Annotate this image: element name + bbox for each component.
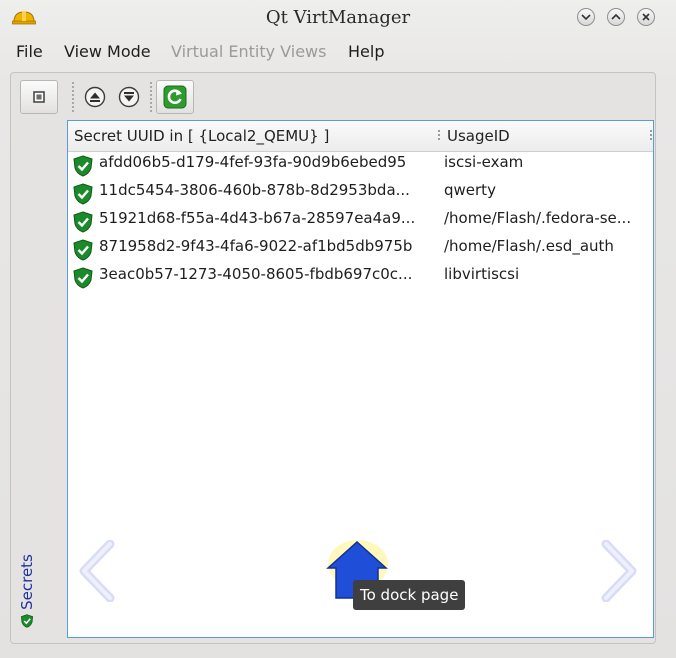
cell-usage: libvirtiscsi (444, 265, 520, 283)
refresh-button[interactable] (156, 80, 194, 114)
next-page-arrow-icon[interactable] (598, 540, 638, 602)
refresh-icon (163, 85, 187, 109)
maximize-button[interactable] (607, 8, 625, 26)
cell-uuid: afdd06b5-d179-4fef-93fa-90d9b6ebed95 (99, 153, 407, 171)
eject-up-icon (84, 86, 106, 108)
table-row[interactable]: 11dc5454-3806-460b-878b-8d2953bda... qwe… (68, 179, 653, 207)
stop-button[interactable] (20, 80, 58, 114)
move-up-button[interactable] (82, 80, 108, 114)
table-row[interactable]: afdd06b5-d179-4fef-93fa-90d9b6ebed95 isc… (68, 151, 653, 179)
cell-usage: qwerty (444, 181, 496, 199)
column-resize-handle[interactable] (438, 130, 440, 142)
menu-help[interactable]: Help (348, 42, 384, 61)
previous-page-arrow-icon[interactable] (78, 540, 118, 602)
shield-icon (73, 183, 93, 205)
cell-usage: iscsi-exam (444, 153, 524, 171)
chevron-up-icon (611, 13, 621, 20)
eject-down-icon (118, 86, 140, 108)
cell-uuid: 51921d68-f55a-4d43-b67a-28597ea4a9... (99, 209, 416, 227)
toolbar-separator (150, 82, 152, 112)
move-down-button[interactable] (116, 80, 142, 114)
table-row[interactable]: 871958d2-9f43-4fa6-9022-af1bd5db975b /ho… (68, 235, 653, 263)
menu-file[interactable]: File (16, 42, 43, 61)
close-button[interactable] (637, 8, 655, 26)
column-header-usageid[interactable]: UsageID (447, 127, 510, 145)
cell-uuid: 871958d2-9f43-4fa6-9022-af1bd5db975b (99, 237, 413, 255)
main-window: Qt VirtManager File View Mode Virtual En… (0, 0, 676, 658)
shield-icon (73, 267, 93, 289)
column-resize-handle[interactable] (650, 130, 652, 142)
table-header: Secret UUID in [ {Local2_QEMU} ] UsageID (68, 121, 653, 152)
shield-icon (73, 211, 93, 233)
menu-view-mode[interactable]: View Mode (64, 42, 151, 61)
cell-uuid: 3eac0b57-1273-4050-8605-fbdb697c0c... (99, 265, 413, 283)
cell-usage: /home/Flash/.esd_auth (444, 237, 614, 255)
stop-icon (33, 91, 45, 103)
minimize-button[interactable] (577, 8, 595, 26)
shield-icon (73, 239, 93, 261)
secrets-dock-tab[interactable]: Secrets (14, 540, 42, 634)
dock-page-tooltip: To dock page (353, 580, 466, 610)
title-bar[interactable]: Qt VirtManager (0, 0, 676, 36)
shield-icon (73, 155, 93, 177)
secrets-tab-label: Secrets (18, 554, 36, 610)
table-row[interactable]: 51921d68-f55a-4d43-b67a-28597ea4a9... /h… (68, 207, 653, 235)
menu-bar: File View Mode Virtual Entity Views Help (0, 38, 676, 64)
close-icon (642, 13, 650, 21)
menu-virtual-entity-views: Virtual Entity Views (171, 42, 327, 61)
chevron-down-icon (581, 14, 591, 21)
shield-icon (20, 614, 34, 628)
window-title: Qt VirtManager (265, 7, 411, 28)
toolbar-separator (72, 82, 74, 112)
toolbar (20, 80, 650, 116)
table-row[interactable]: 3eac0b57-1273-4050-8605-fbdb697c0c... li… (68, 263, 653, 291)
cell-usage: /home/Flash/.fedora-se... (444, 209, 632, 227)
column-header-uuid[interactable]: Secret UUID in [ {Local2_QEMU} ] (74, 127, 329, 145)
cell-uuid: 11dc5454-3806-460b-878b-8d2953bda... (99, 181, 410, 199)
